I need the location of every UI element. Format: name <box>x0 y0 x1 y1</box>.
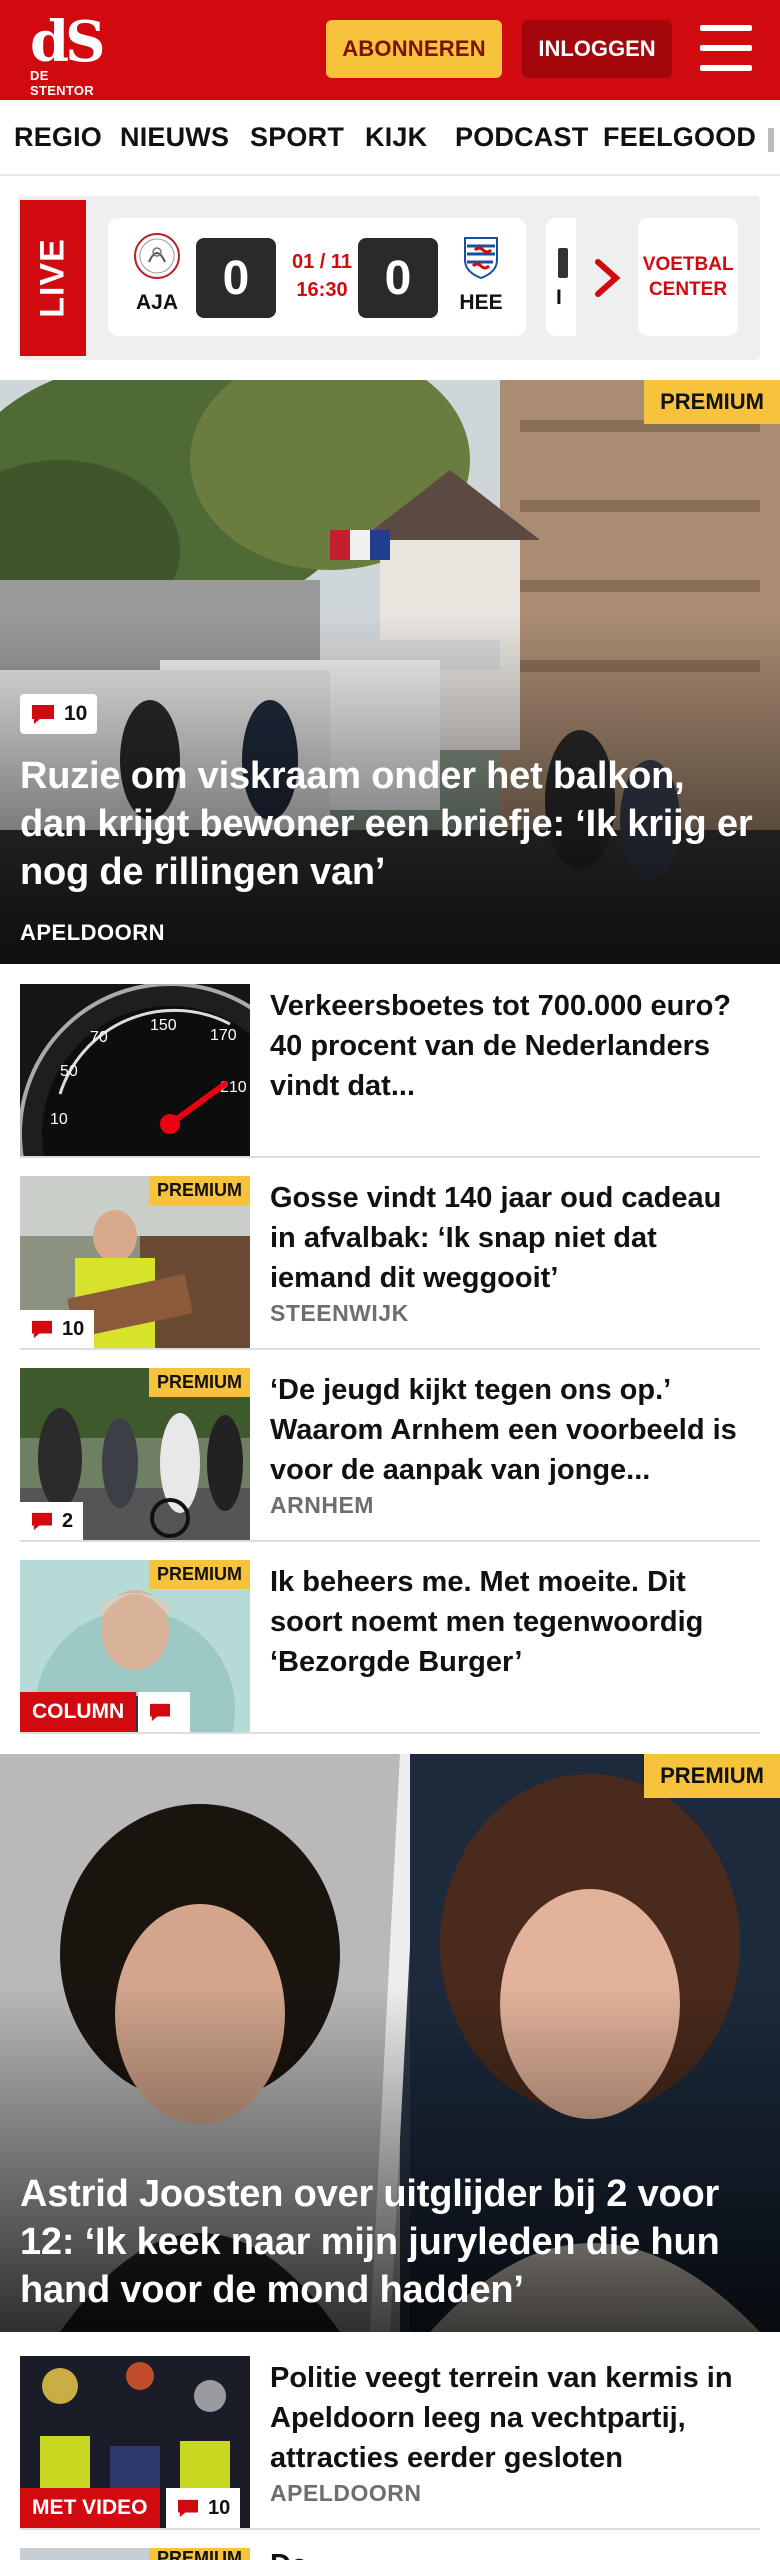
article-title[interactable]: Gosse vindt 140 jaar oud cadeau in afval… <box>270 1178 750 1298</box>
article-title[interactable]: Verkeersboetes tot 700.000 euro? 40 proc… <box>270 986 750 1106</box>
premium-badge: PREMIUM <box>149 1176 250 1205</box>
hero-title[interactable]: Ruzie om viskraam onder het balkon, dan … <box>20 752 760 896</box>
list-item-article-5[interactable]: MET VIDEO 10 Politie veegt terrein van k… <box>20 2338 760 2530</box>
comment-count-badge: 10 <box>166 2488 241 2528</box>
comment-icon <box>32 1320 52 1339</box>
login-button[interactable]: INLOGGEN <box>522 20 672 78</box>
match-card[interactable]: AJA 0 01 / 11 16:30 0 HEE <box>108 218 526 336</box>
article-location: ARNHEM <box>270 1492 374 1518</box>
comment-count: 2 <box>62 1509 74 1532</box>
list-item-article-6[interactable]: PREMIUM De <box>20 2548 760 2560</box>
comment-icon <box>32 1512 52 1531</box>
video-label: MET VIDEO <box>20 2488 160 2528</box>
comment-icon <box>32 705 54 724</box>
match-date: 01 / 11 <box>291 251 353 273</box>
section-nav: REGIO NIEUWS SPORT KIJK PODCAST FEELGOOD <box>0 100 780 176</box>
premium-badge: PREMIUM <box>644 380 780 424</box>
hero-title[interactable]: Astrid Joosten over uitglijder bij 2 voo… <box>20 2170 760 2314</box>
premium-badge: PREMIUM <box>149 1560 250 1589</box>
logo-mark: dS <box>30 9 106 75</box>
nav-overflow-hint <box>768 128 774 152</box>
subscribe-button[interactable]: ABONNEREN <box>326 20 502 78</box>
list-item-article-4[interactable]: PREMIUM COLUMN Ik beheers me. Met moeite… <box>20 1542 760 1734</box>
svg-text:10: 10 <box>50 1111 68 1128</box>
list-item-article-2[interactable]: PREMIUM 10 Gosse vindt 140 jaar oud cade… <box>20 1158 760 1350</box>
article-title[interactable]: Politie veegt terrein van kermis in Apel… <box>270 2358 750 2478</box>
article-location: APELDOORN <box>270 2480 422 2506</box>
away-score: 0 <box>358 238 438 318</box>
comment-count: 10 <box>64 702 88 725</box>
hero-location: APELDOORN <box>20 920 166 945</box>
chevron-right-icon[interactable] <box>588 256 628 300</box>
svg-text:170: 170 <box>210 1027 237 1044</box>
thumbnail-speedometer: 50 70 150 170 210 10 <box>20 984 250 1156</box>
match-datetime: 01 / 11 16:30 <box>282 248 362 304</box>
nav-item-podcast[interactable]: PODCAST <box>455 122 588 153</box>
article-title[interactable]: Ik beheers me. Met moeite. Dit soort noe… <box>270 1562 750 1682</box>
svg-text:70: 70 <box>90 1029 108 1046</box>
comment-count: 10 <box>208 2496 231 2519</box>
hero-article-2[interactable]: PREMIUM Astrid Joosten over uitglijder b… <box>0 1754 780 2332</box>
nav-item-sport[interactable]: SPORT <box>250 122 344 153</box>
nav-item-kijk[interactable]: KIJK <box>365 122 427 153</box>
next-match-card[interactable]: I <box>546 218 576 336</box>
site-logo[interactable]: dS DE STENTOR <box>30 9 110 98</box>
list-item-article-3[interactable]: PREMIUM 2 ‘De jeugd kijkt tegen ons op.’… <box>20 1350 760 1542</box>
home-team-abbr: AJA <box>135 291 178 314</box>
match-time: 16:30 <box>296 279 348 301</box>
next-team-abbr: I <box>556 286 562 309</box>
next-team-crest-icon <box>558 248 568 278</box>
home-team: AJA <box>122 232 192 315</box>
ajax-crest-icon <box>134 233 180 279</box>
away-team: HEE <box>446 232 516 315</box>
thumbnail-police-fair: MET VIDEO 10 <box>20 2356 250 2528</box>
svg-text:150: 150 <box>150 1017 177 1034</box>
thumbnail-columnist-portrait: PREMIUM COLUMN <box>20 1560 250 1732</box>
premium-badge: PREMIUM <box>149 1368 250 1397</box>
nav-item-feelgood[interactable]: FEELGOOD <box>603 122 756 153</box>
comment-count-badge: 2 <box>20 1502 84 1540</box>
column-label: COLUMN <box>20 1692 137 1732</box>
article-title[interactable]: ‘De jeugd kijkt tegen ons op.’ Waarom Ar… <box>270 1370 750 1490</box>
list-item-article-1[interactable]: 50 70 150 170 210 10 Verkeersboetes tot … <box>20 966 760 1158</box>
nav-item-regio[interactable]: REGIO <box>14 122 102 153</box>
premium-badge: PREMIUM <box>149 2548 250 2560</box>
voetbal-center-link[interactable]: VOETBAL CENTER <box>638 218 738 336</box>
live-tag: LIVE <box>20 200 86 356</box>
home-score: 0 <box>196 238 276 318</box>
site-header: dS DE STENTOR ABONNEREN INLOGGEN <box>0 0 780 100</box>
thumbnail-youth-group: PREMIUM 2 <box>20 1368 250 1540</box>
hero-article-1[interactable]: PREMIUM 10 Ruzie om viskraam onder het b… <box>0 380 780 964</box>
heerenveen-crest-icon <box>464 237 498 280</box>
comment-icon-badge <box>138 1692 190 1732</box>
comment-count-badge: 10 <box>20 694 98 734</box>
comment-icon <box>150 1703 170 1722</box>
svg-text:50: 50 <box>60 1063 78 1080</box>
thumbnail-partial: PREMIUM <box>20 2548 250 2560</box>
comment-count-badge: 10 <box>20 1310 95 1348</box>
article-title[interactable]: De <box>270 2548 307 2560</box>
live-scores-widget: LIVE AJA 0 01 / 11 16:30 0 HEE I VOETBAL… <box>18 196 760 360</box>
comment-count: 10 <box>62 1317 85 1340</box>
thumbnail-man-with-box: PREMIUM 10 <box>20 1176 250 1348</box>
hamburger-menu-icon[interactable] <box>700 25 752 71</box>
premium-badge: PREMIUM <box>644 1754 780 1798</box>
nav-item-nieuws[interactable]: NIEUWS <box>120 122 229 153</box>
away-team-abbr: HEE <box>459 291 503 314</box>
comment-icon <box>178 2499 198 2518</box>
article-location: STEENWIJK <box>270 1300 409 1326</box>
